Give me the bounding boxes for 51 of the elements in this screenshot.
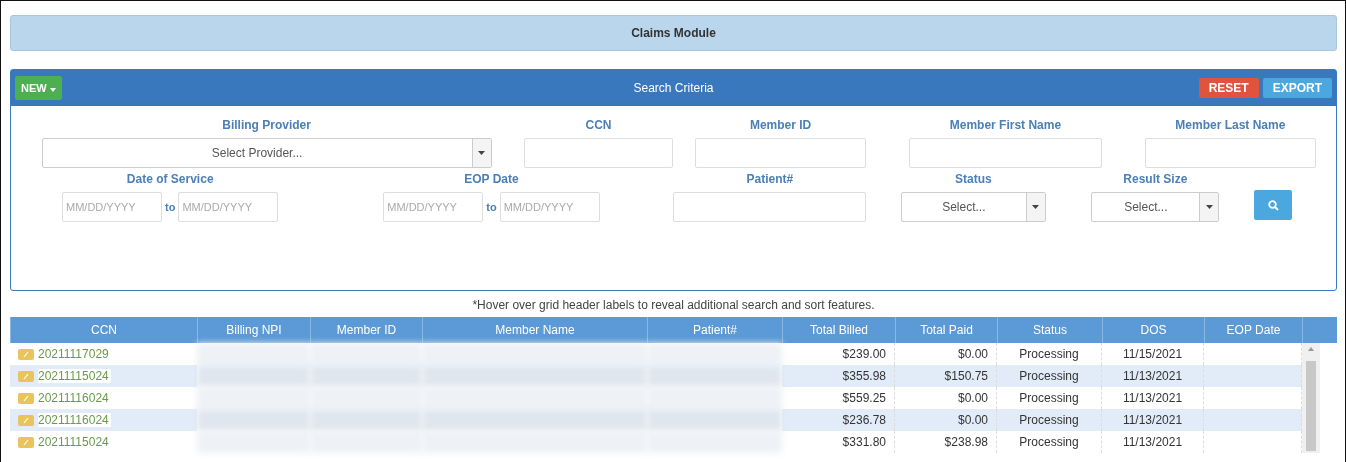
field-label: Patient#	[746, 172, 794, 186]
scroll-up-icon[interactable]	[1308, 347, 1314, 351]
table-cell: $236.78	[782, 409, 895, 431]
caret-icon	[478, 151, 486, 155]
search-icon	[1267, 199, 1279, 211]
caret-icon	[49, 88, 56, 92]
table-cell[interactable]: 20211116024	[38, 413, 111, 427]
dropdown-field[interactable]: Select...	[1091, 192, 1220, 222]
dropdown-field[interactable]: Select Provider...	[41, 138, 492, 168]
table-cell: Processing	[997, 409, 1102, 431]
text-field[interactable]	[694, 138, 867, 168]
export-button[interactable]: EXPORT	[1262, 78, 1332, 98]
table-cell[interactable]: 20211115024	[38, 369, 111, 383]
date-field[interactable]: MM/DD/YYYY	[383, 192, 484, 222]
table-cell: 11/13/2021	[1102, 409, 1204, 431]
caret-icon	[1205, 205, 1213, 209]
panel-title: Search Criteria	[632, 81, 715, 95]
field-label: EOP Date	[464, 172, 519, 186]
field-label: Member ID	[749, 118, 812, 132]
reset-button[interactable]: RESET	[1198, 78, 1259, 98]
search-button[interactable]	[1254, 190, 1293, 220]
table-cell[interactable]: 20211117029	[38, 347, 111, 361]
table-cell[interactable]: 20211116024	[38, 391, 111, 405]
text-field[interactable]	[1144, 138, 1316, 168]
text-field[interactable]	[673, 192, 867, 222]
new-button[interactable]: NEW	[15, 76, 62, 100]
table-cell: $150.75	[895, 365, 997, 387]
field-label: Result Size	[1123, 172, 1188, 186]
field-label: Member Last Name	[1175, 118, 1286, 132]
field-label: Member First Name	[949, 118, 1062, 132]
field-label: Billing Provider	[222, 118, 311, 132]
range-joiner: to	[486, 201, 497, 213]
text-field[interactable]	[909, 138, 1102, 168]
field-label: CCN	[585, 118, 612, 132]
dropdown-field[interactable]: Select...	[900, 192, 1046, 222]
hint-text: *Hover over grid header labels to reveal additional search and sort features.	[471, 297, 876, 314]
scrollbar[interactable]	[1302, 343, 1320, 453]
table-cell[interactable]: 20211115024	[38, 435, 111, 449]
table-cell: $0.00	[895, 409, 997, 431]
range-joiner: to	[165, 201, 176, 213]
date-field[interactable]: MM/DD/YYYY	[178, 192, 279, 222]
table-cell: $355.98	[782, 365, 895, 387]
field-label: Status	[954, 172, 992, 186]
date-field[interactable]: MM/DD/YYYY	[62, 192, 162, 222]
text-field[interactable]	[523, 138, 674, 168]
module-title-bar: Claims Module	[10, 15, 1337, 51]
date-field[interactable]: MM/DD/YYYY	[499, 192, 600, 222]
field-label: Date of Service	[126, 172, 214, 186]
caret-icon	[1032, 205, 1040, 209]
table-cell: Processing	[997, 365, 1102, 387]
table-cell: 11/13/2021	[1102, 365, 1204, 387]
